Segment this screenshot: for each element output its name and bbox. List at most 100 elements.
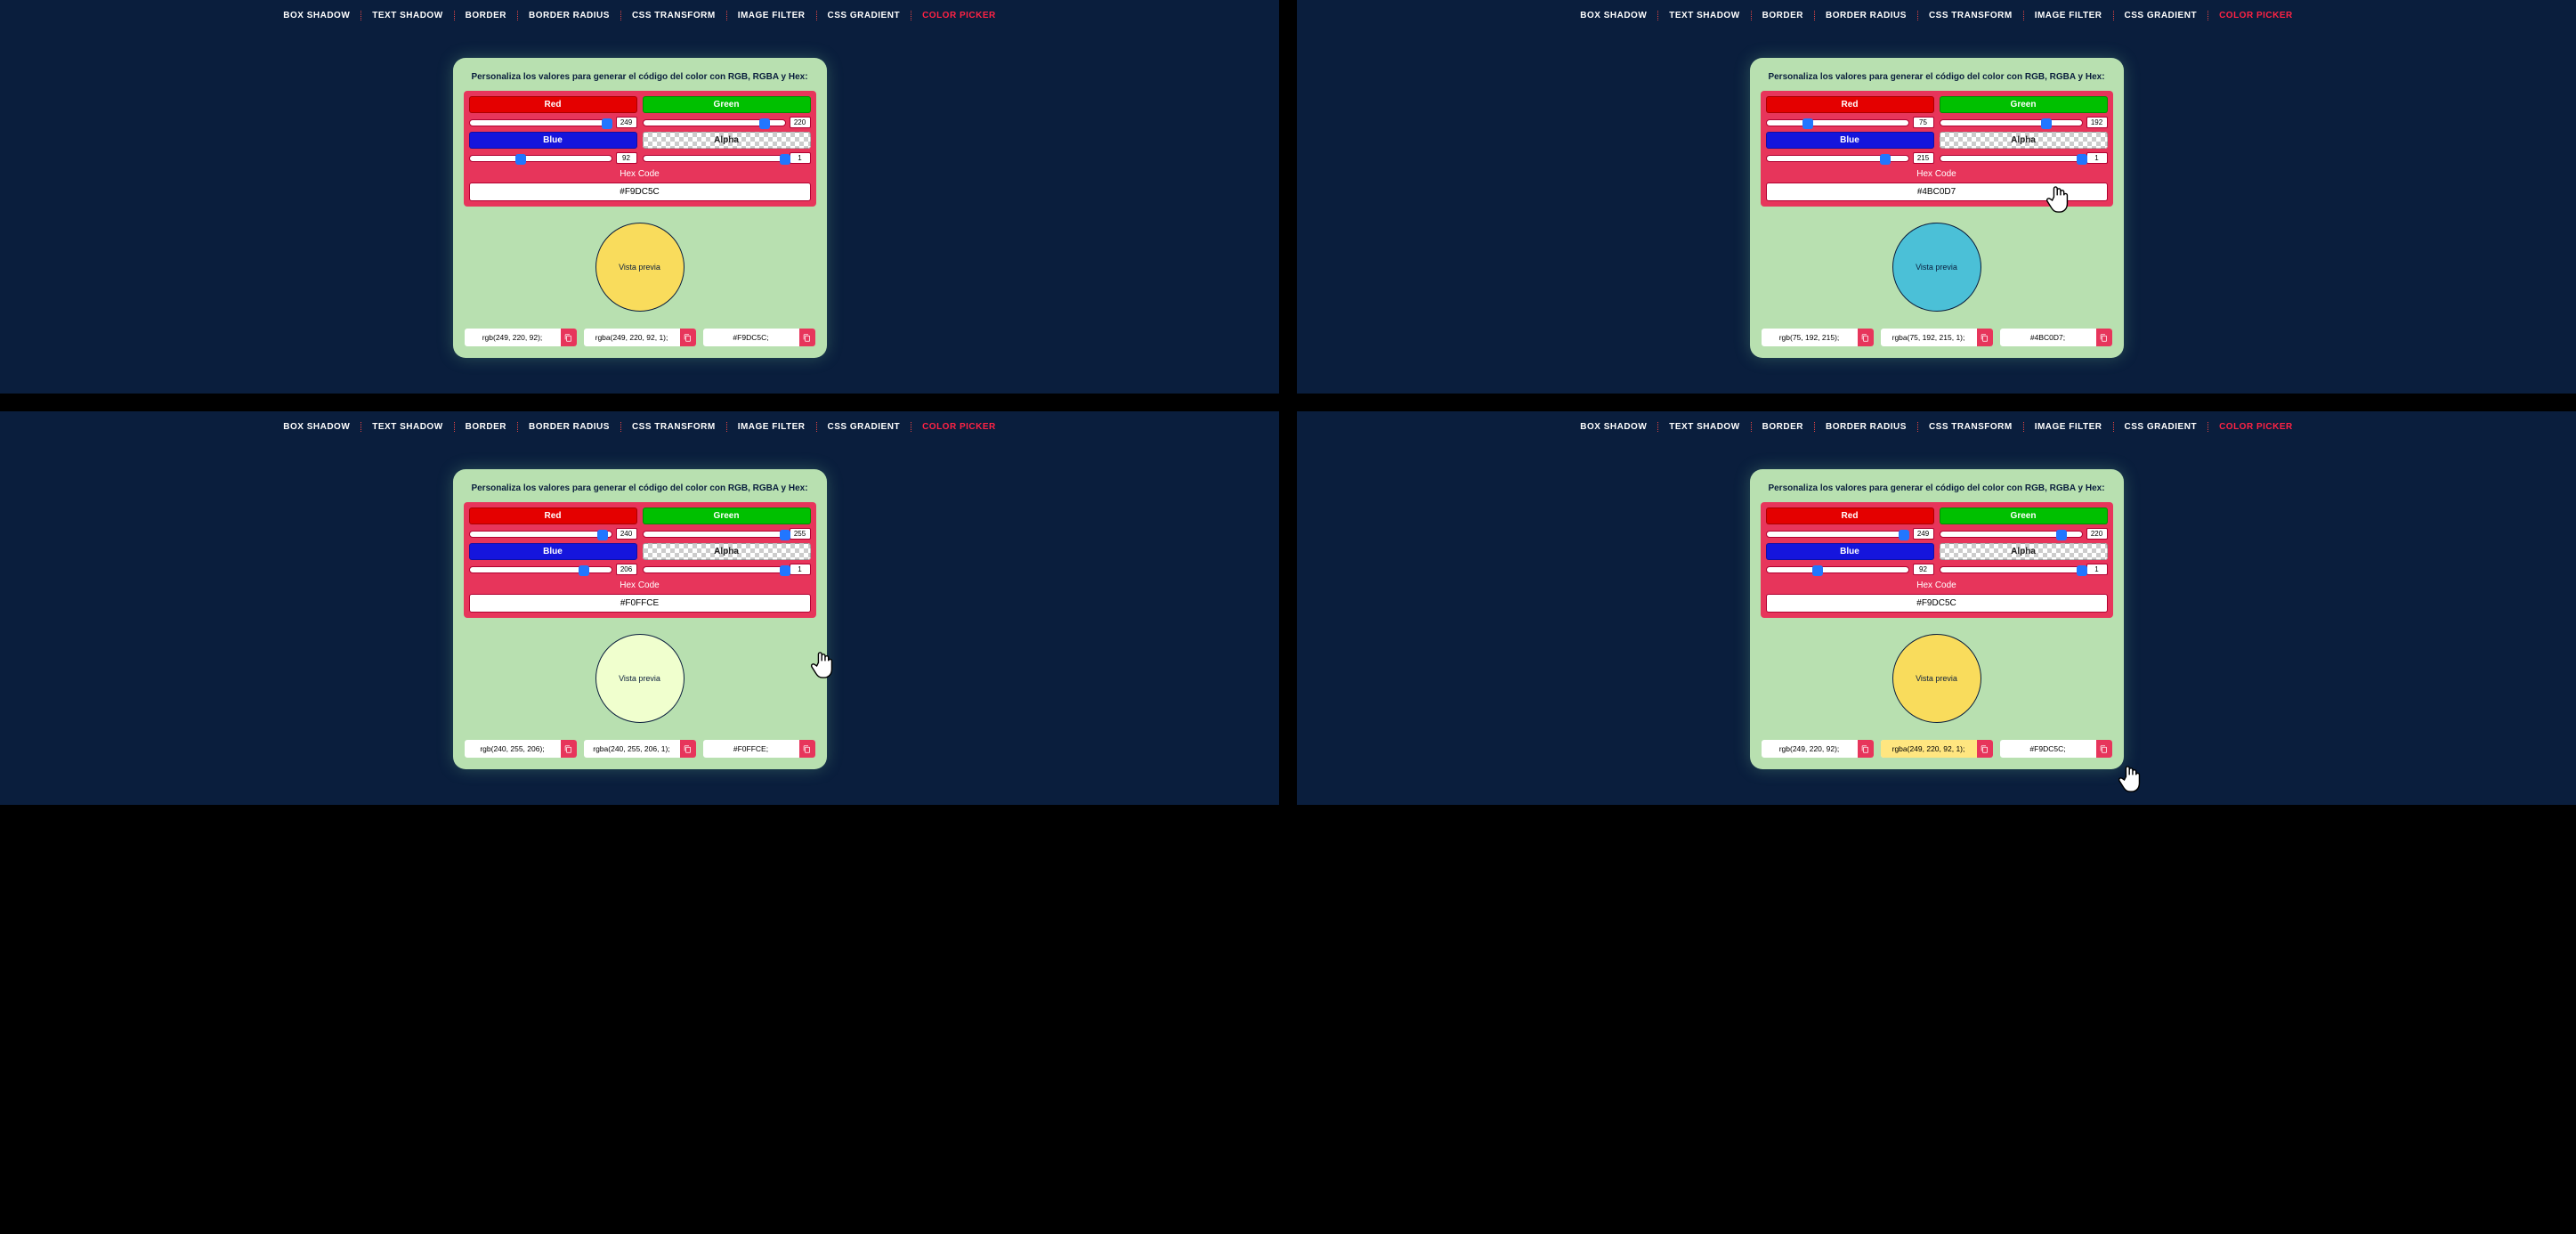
nav-text-shadow[interactable]: TEXT SHADOW [1658,422,1751,432]
blue-label: Blue [1766,132,1934,149]
rgb-text: rgb(240, 255, 206); [465,740,561,758]
nav-border-radius[interactable]: BORDER RADIUS [518,422,621,432]
rgb-output: rgb(75, 192, 215); [1761,328,1875,347]
nav-box-shadow[interactable]: BOX SHADOW [272,422,361,432]
blue-slider[interactable] [1766,566,1909,573]
red-slider[interactable] [1766,531,1909,538]
green-slider[interactable] [643,119,786,126]
nav-box-shadow[interactable]: BOX SHADOW [272,11,361,20]
rgba-copy-button[interactable] [1977,740,1993,758]
blue-slider[interactable] [469,155,612,162]
green-slider[interactable] [1940,119,2083,126]
hex-input[interactable] [1766,183,2108,201]
alpha-value[interactable]: 1 [2086,564,2108,575]
rgb-text: rgb(75, 192, 215); [1762,329,1858,346]
nav-color-picker[interactable]: COLOR PICKER [911,422,1007,432]
rgb-copy-button[interactable] [561,740,577,758]
nav-css-gradient[interactable]: CSS GRADIENT [2114,11,2209,20]
hex-copy-button[interactable] [799,740,815,758]
hex-input[interactable] [1766,594,2108,613]
red-label: Red [469,507,637,524]
nav-box-shadow[interactable]: BOX SHADOW [1569,11,1658,20]
blue-slider[interactable] [469,566,612,573]
hex-input[interactable] [469,183,811,201]
alpha-slider[interactable] [1940,566,2083,573]
hex-text: #4BC0D7; [2000,329,2096,346]
alpha-label: Alpha [643,543,811,560]
nav-color-picker[interactable]: COLOR PICKER [2208,422,2304,432]
green-value[interactable]: 192 [2086,117,2108,128]
nav-image-filter[interactable]: IMAGE FILTER [727,11,817,20]
nav-border[interactable]: BORDER [455,422,518,432]
blue-value[interactable]: 206 [616,564,637,575]
nav-css-transform[interactable]: CSS TRANSFORM [1918,11,2024,20]
nav-border[interactable]: BORDER [1752,422,1815,432]
green-value[interactable]: 255 [790,528,811,540]
green-value[interactable]: 220 [2086,528,2108,540]
nav-text-shadow[interactable]: TEXT SHADOW [1658,11,1751,20]
hex-output: #F0FFCE; [702,739,816,759]
hex-input[interactable] [469,594,811,613]
red-slider[interactable] [1766,119,1909,126]
red-value[interactable]: 249 [1913,528,1934,540]
blue-label: Blue [469,543,637,560]
rgba-copy-button[interactable] [680,740,696,758]
rgb-copy-button[interactable] [1858,740,1874,758]
green-slider[interactable] [1940,531,2083,538]
nav-css-transform[interactable]: CSS TRANSFORM [621,11,727,20]
rgba-text: rgba(75, 192, 215, 1); [1881,329,1977,346]
nav-css-gradient[interactable]: CSS GRADIENT [817,11,912,20]
preview-circle: Vista previa [595,634,685,723]
hex-copy-button[interactable] [2096,329,2112,346]
nav-border[interactable]: BORDER [1752,11,1815,20]
blue-value[interactable]: 92 [1913,564,1934,575]
green-label: Green [1940,507,2108,524]
alpha-value[interactable]: 1 [790,152,811,164]
rgba-output: rgba(75, 192, 215, 1); [1880,328,1994,347]
blue-value[interactable]: 215 [1913,152,1934,164]
red-value[interactable]: 249 [616,117,637,128]
nav-css-transform[interactable]: CSS TRANSFORM [1918,422,2024,432]
nav-image-filter[interactable]: IMAGE FILTER [2024,11,2114,20]
alpha-value[interactable]: 1 [2086,152,2108,164]
green-slider[interactable] [643,531,786,538]
rgba-copy-button[interactable] [1977,329,1993,346]
nav-css-gradient[interactable]: CSS GRADIENT [2114,422,2209,432]
rgb-copy-button[interactable] [1858,329,1874,346]
red-slider[interactable] [469,119,612,126]
alpha-slider[interactable] [643,566,786,573]
nav-border[interactable]: BORDER [455,11,518,20]
hex-copy-button[interactable] [799,329,815,346]
instruction-text: Personaliza los valores para generar el … [464,69,816,91]
blue-slider[interactable] [1766,155,1909,162]
red-slider[interactable] [469,531,612,538]
nav-border-radius[interactable]: BORDER RADIUS [518,11,621,20]
nav-border-radius[interactable]: BORDER RADIUS [1815,11,1918,20]
red-value[interactable]: 75 [1913,117,1934,128]
nav-css-transform[interactable]: CSS TRANSFORM [621,422,727,432]
nav-border-radius[interactable]: BORDER RADIUS [1815,422,1918,432]
color-picker-card: Personaliza los valores para generar el … [453,58,827,358]
nav-image-filter[interactable]: IMAGE FILTER [727,422,817,432]
nav-image-filter[interactable]: IMAGE FILTER [2024,422,2114,432]
nav-text-shadow[interactable]: TEXT SHADOW [361,422,454,432]
rgba-text: rgba(249, 220, 92, 1); [1881,740,1977,758]
hex-label: Hex Code [1766,579,2108,594]
controls: Red240Green255Blue206Alpha1Hex Code [464,502,816,618]
rgb-text: rgb(249, 220, 92); [1762,740,1858,758]
blue-value[interactable]: 92 [616,152,637,164]
rgba-output: rgba(249, 220, 92, 1); [583,328,697,347]
nav-color-picker[interactable]: COLOR PICKER [911,11,1007,20]
rgb-copy-button[interactable] [561,329,577,346]
rgba-copy-button[interactable] [680,329,696,346]
red-value[interactable]: 240 [616,528,637,540]
green-value[interactable]: 220 [790,117,811,128]
nav-color-picker[interactable]: COLOR PICKER [2208,11,2304,20]
alpha-slider[interactable] [643,155,786,162]
nav-box-shadow[interactable]: BOX SHADOW [1569,422,1658,432]
nav-text-shadow[interactable]: TEXT SHADOW [361,11,454,20]
alpha-slider[interactable] [1940,155,2083,162]
alpha-value[interactable]: 1 [790,564,811,575]
hex-copy-button[interactable] [2096,740,2112,758]
nav-css-gradient[interactable]: CSS GRADIENT [817,422,912,432]
